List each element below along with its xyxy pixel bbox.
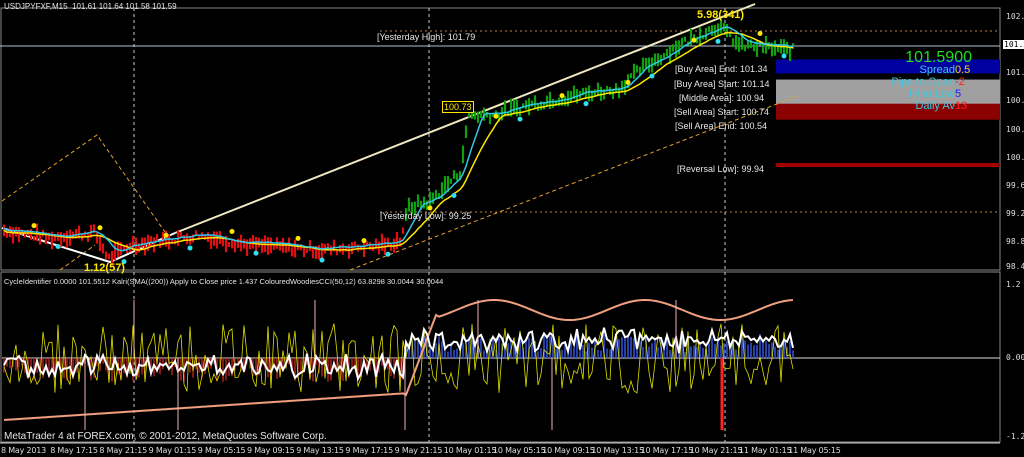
yesterday-high-label: [Yesterday High]: 101.79 bbox=[377, 32, 476, 42]
signal-dot-yellow bbox=[559, 93, 565, 99]
zigzag-line bbox=[1, 134, 166, 233]
signal-dot-yellow bbox=[757, 30, 763, 36]
signal-dot-yellow bbox=[493, 113, 499, 119]
signal-dot-yellow bbox=[295, 235, 301, 241]
info-value: 13 bbox=[955, 100, 968, 112]
current-price-tag: 101.59 bbox=[1003, 40, 1024, 49]
time-tick: 10 May 09:15 bbox=[542, 446, 595, 455]
buy-area-end-label: [Buy Area] End: 101.34 bbox=[675, 64, 768, 74]
price-tick: 101.20 bbox=[1006, 68, 1024, 78]
signal-dot-cyan bbox=[385, 251, 391, 257]
signal-dot-yellow bbox=[691, 37, 697, 43]
time-tick: 9 May 13:15 bbox=[296, 446, 344, 455]
price-tick: 98.80 bbox=[1006, 237, 1024, 247]
signal-dot-cyan bbox=[781, 53, 787, 59]
price-tick: 100.40 bbox=[1006, 124, 1024, 134]
yellow-indicator-line bbox=[3, 323, 794, 395]
time-tick: 10 May 17:15 bbox=[640, 446, 694, 455]
signal-dot-cyan bbox=[55, 243, 61, 249]
time-tick: 11 May 05:15 bbox=[788, 446, 841, 455]
ohlc-values: 101.61 101.64 101.58 101.59 bbox=[72, 2, 177, 11]
signal-dot-cyan bbox=[517, 116, 523, 122]
buy-area-start-label: [Buy Area] Start: 101.14 bbox=[674, 79, 770, 89]
info-label: Spread bbox=[919, 64, 955, 76]
signal-dot-cyan bbox=[253, 250, 259, 256]
symbol-label: USDJPYFXF,M15 bbox=[4, 2, 68, 11]
price-tick: 98.45 bbox=[1006, 261, 1024, 271]
reversal-low-label: [Reversal Low]: 99.94 bbox=[677, 164, 765, 174]
indicator-frame bbox=[0, 271, 1001, 443]
symbol-header: USDJPYFXF,M15 101.61 101.64 101.58 101.5… bbox=[4, 2, 177, 11]
price-tick: 99.20 bbox=[1006, 209, 1024, 219]
time-tick: 10 May 05:15 bbox=[493, 446, 546, 455]
signal-dot-yellow bbox=[163, 232, 169, 238]
time-tick: 10 May 21:15 bbox=[689, 446, 743, 455]
sell-area-end-label: [Sell Area] End: 100.54 bbox=[675, 121, 768, 131]
time-tick: 9 May 09:15 bbox=[247, 446, 295, 455]
indicator-tick: 0.00 bbox=[1006, 353, 1024, 362]
signal-dot-cyan bbox=[319, 257, 325, 263]
price-tick: 102.00 bbox=[1006, 12, 1024, 21]
main-chart-frame bbox=[0, 7, 1001, 271]
signal-dot-yellow bbox=[229, 228, 235, 234]
copyright-text: MetaTrader 4 at FOREX.com, © 2001-2012, … bbox=[4, 431, 327, 442]
price-box-label: 100.73 bbox=[442, 101, 474, 113]
time-tick: 8 May 2013 bbox=[1, 446, 47, 455]
indicator-tick: -1.2 bbox=[1006, 432, 1024, 441]
info-value: -2 bbox=[955, 76, 965, 88]
info-value: 0.5 bbox=[955, 64, 971, 76]
indicator-tick: 1.2 bbox=[1006, 280, 1021, 289]
yesterday-low-label: [Yesterday Low]: 99.25 bbox=[380, 211, 472, 221]
time-tick: 8 May 21:15 bbox=[99, 446, 147, 455]
signal-dot-yellow bbox=[361, 238, 367, 244]
middle-area-label: [Middle Area]: 100.94 bbox=[679, 93, 765, 103]
time-tick: 8 May 17:15 bbox=[50, 446, 98, 455]
info-value: 5 bbox=[955, 88, 962, 100]
info-label: Hi to Low bbox=[909, 88, 955, 100]
reversal-low-zone bbox=[776, 163, 1000, 168]
price-tick: 100.00 bbox=[1006, 152, 1024, 162]
signal-dot-yellow bbox=[97, 225, 103, 231]
price-tick: 100.80 bbox=[1006, 96, 1024, 106]
signal-dot-yellow bbox=[625, 79, 631, 85]
time-tick: 9 May 21:15 bbox=[394, 446, 443, 455]
time-tick: 10 May 13:15 bbox=[591, 446, 644, 455]
sell-area-start-label: [Sell Area] Start: 100.74 bbox=[674, 107, 770, 117]
indicator-header: CycleIdentifier 0.0000 101.5512 Kalri(SM… bbox=[4, 277, 444, 286]
signal-dot-cyan bbox=[649, 73, 655, 79]
signal-dot-cyan bbox=[451, 193, 457, 199]
signal-dot-cyan bbox=[583, 101, 589, 107]
time-tick: 10 May 01:15 bbox=[443, 446, 497, 455]
time-tick: 9 May 05:15 bbox=[197, 446, 246, 455]
info-label: Daily Av bbox=[915, 100, 955, 112]
swing-high-label: 5.98(341) bbox=[697, 9, 745, 21]
signal-dot-cyan bbox=[187, 245, 193, 251]
time-tick: 11 May 01:15 bbox=[739, 446, 792, 455]
signal-dot-yellow bbox=[427, 205, 433, 211]
info-label: Pips to Open bbox=[891, 76, 955, 88]
signal-dot-cyan bbox=[715, 38, 721, 44]
signal-dot-yellow bbox=[31, 223, 37, 229]
time-tick: 9 May 17:15 bbox=[345, 446, 393, 455]
time-tick: 9 May 01:15 bbox=[148, 446, 197, 455]
price-tick: 99.60 bbox=[1006, 180, 1024, 190]
swing-low-label: 1.12(57) bbox=[84, 262, 125, 274]
